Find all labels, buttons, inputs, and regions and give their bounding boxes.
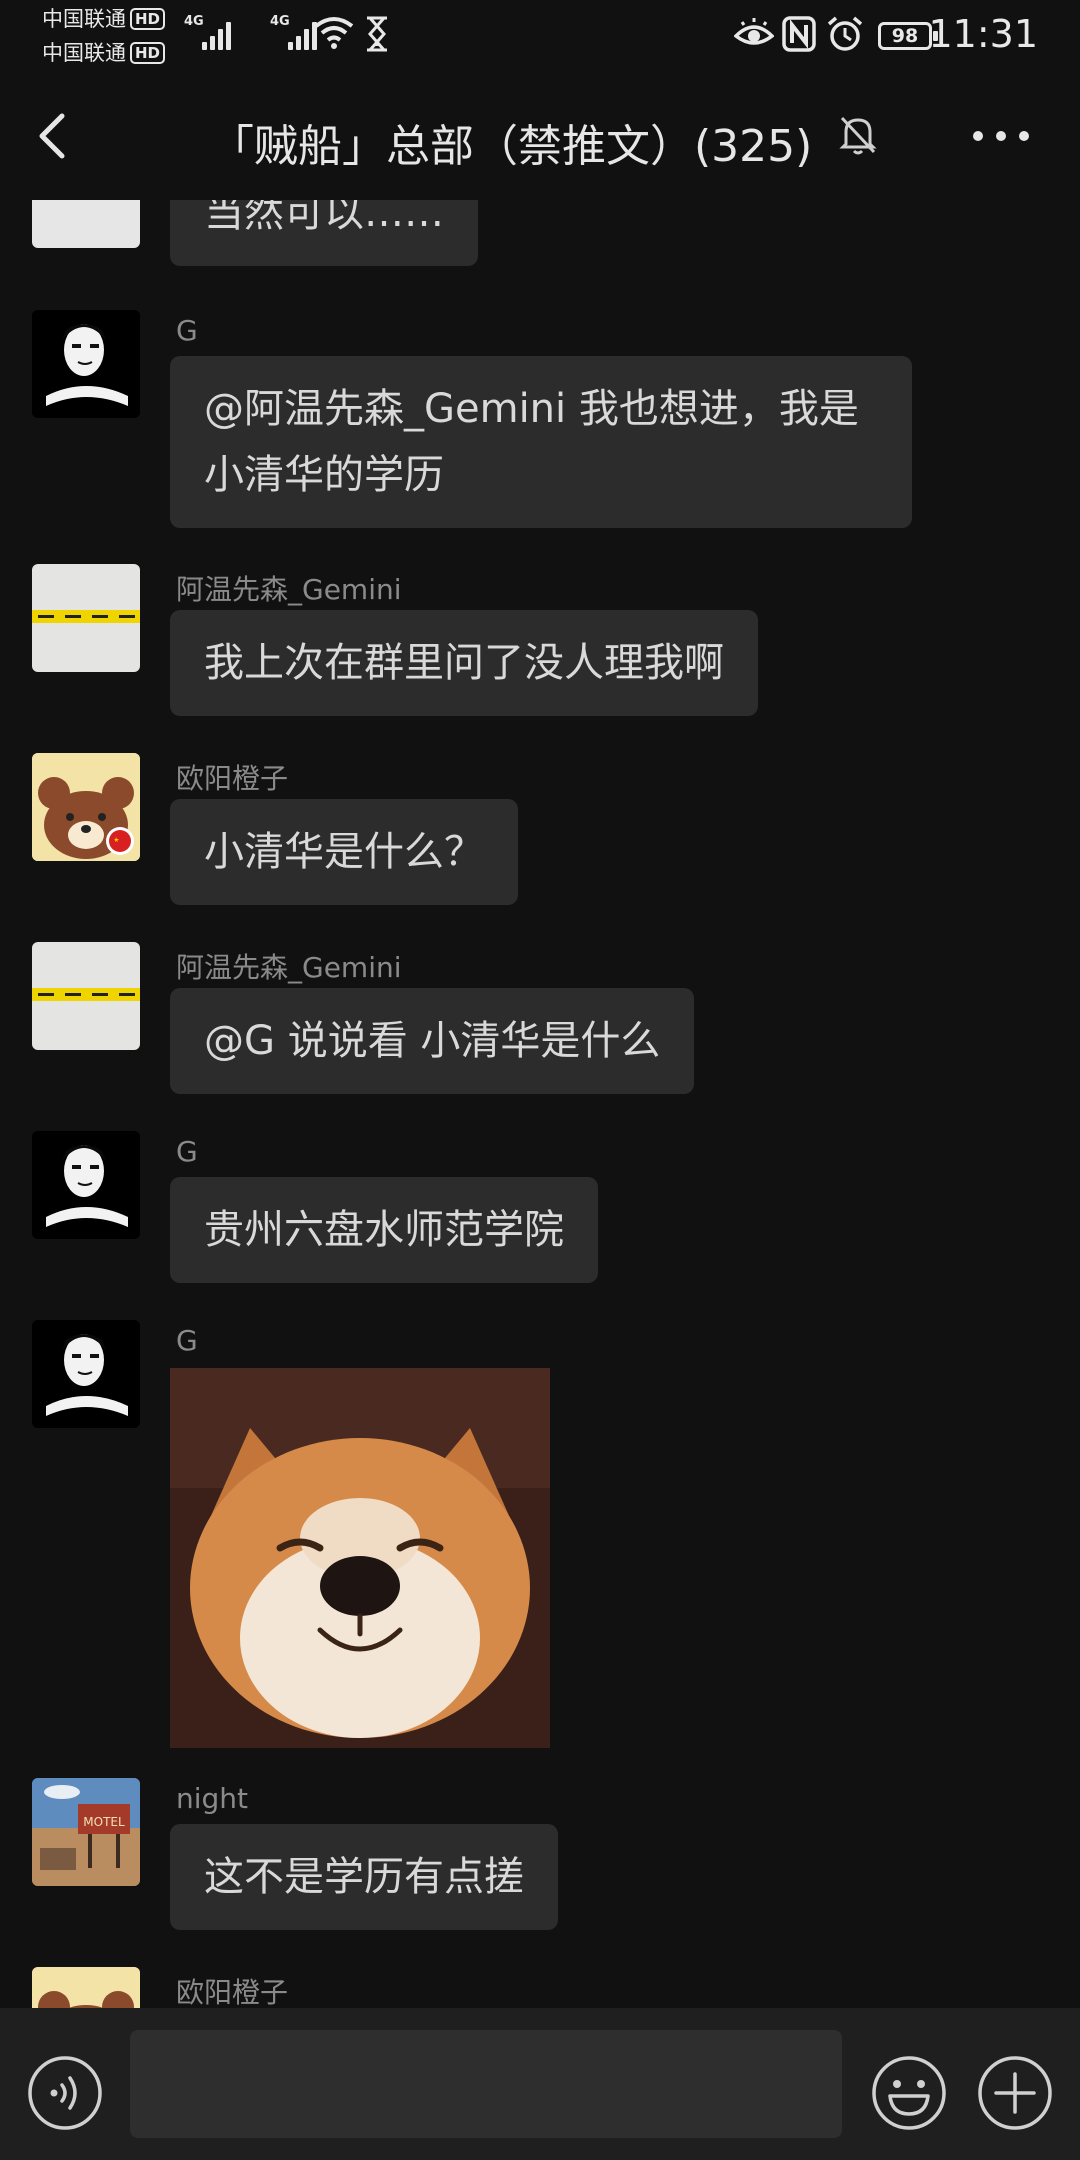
message-bubble[interactable]: 当然可以…… [170, 200, 478, 266]
alarm-icon [827, 16, 863, 51]
carrier-primary: 中国联通 HD [42, 4, 166, 34]
battery-icon: 98 [878, 22, 938, 50]
back-button[interactable] [30, 106, 80, 166]
voice-input-button[interactable] [26, 2054, 104, 2132]
sender-name: 欧阳橙子 [176, 1976, 289, 2008]
tape-avatar[interactable] [32, 564, 140, 672]
emoji-button[interactable] [870, 2054, 948, 2132]
message-bubble[interactable]: 小清华是什么？ [170, 799, 518, 905]
carrier-name: 中国联通 [42, 7, 126, 31]
status-bar: 中国联通 HD 中国联通 HD 4G 4G 98 11:31 [0, 0, 1080, 70]
hd-badge: HD [130, 42, 166, 64]
sender-name: 阿温先森_Gemini [176, 573, 402, 606]
motel-avatar[interactable]: MOTEL [32, 1778, 140, 1886]
chat-header: 「贼船」总部（禁推文）(325) [0, 70, 1080, 200]
portrait-avatar[interactable] [32, 1131, 140, 1239]
message-bubble[interactable]: 贵州六盘水师范学院 [170, 1177, 598, 1283]
wifi-icon [314, 17, 354, 49]
hourglass-icon [367, 16, 387, 52]
mute-bell-icon [839, 116, 877, 155]
message-bubble[interactable]: 我上次在群里问了没人理我啊 [170, 610, 758, 716]
message-list[interactable]: 当然可以…… G @阿温先森_Gemini 我也想进，我是小清华的学历 阿温先森… [0, 200, 1080, 2008]
bear-avatar[interactable] [32, 753, 140, 861]
chat-screen: 中国联通 HD 中国联通 HD 4G 4G 98 11:31 「贼船」总部（禁推… [0, 0, 1080, 2160]
message-bubble[interactable]: @阿温先森_Gemini 我也想进，我是小清华的学历 [170, 356, 912, 528]
more-options-button[interactable] [966, 116, 1036, 156]
sender-name: G [176, 314, 198, 347]
message-bubble[interactable]: 这不是学历有点搓 [170, 1824, 558, 1930]
clock: 11:31 [928, 12, 1038, 56]
nfc-icon [782, 16, 816, 52]
carrier-secondary: 中国联通 HD [42, 38, 166, 68]
shiba-inu-sticker[interactable] [170, 1368, 550, 1748]
sender-name: night [176, 1782, 249, 1815]
input-bar [0, 2008, 1080, 2160]
portrait-avatar[interactable] [32, 1320, 140, 1428]
network-type-label: 4G [184, 14, 204, 29]
message-bubble[interactable]: @G 说说看 小清华是什么 [170, 988, 695, 1094]
eye-icon [734, 18, 774, 45]
bear-avatar[interactable] [32, 1967, 140, 2008]
chat-title: 「贼船」总部（禁推文）(325) [210, 121, 813, 172]
hd-badge: HD [130, 8, 166, 30]
sender-name: 阿温先森_Gemini [176, 951, 402, 984]
blank-avatar[interactable] [32, 200, 140, 248]
sender-name: G [176, 1135, 198, 1168]
sender-name: 欧阳橙子 [176, 762, 289, 795]
tape-avatar[interactable] [32, 942, 140, 1050]
sender-name: G [176, 1324, 198, 1357]
more-functions-button[interactable] [976, 2054, 1054, 2132]
message-input[interactable] [130, 2030, 842, 2138]
portrait-avatar[interactable] [32, 310, 140, 418]
motel-sign-text: MOTEL [83, 1815, 125, 1829]
network-type-label: 4G [270, 14, 290, 29]
carrier-name: 中国联通 [42, 41, 126, 65]
